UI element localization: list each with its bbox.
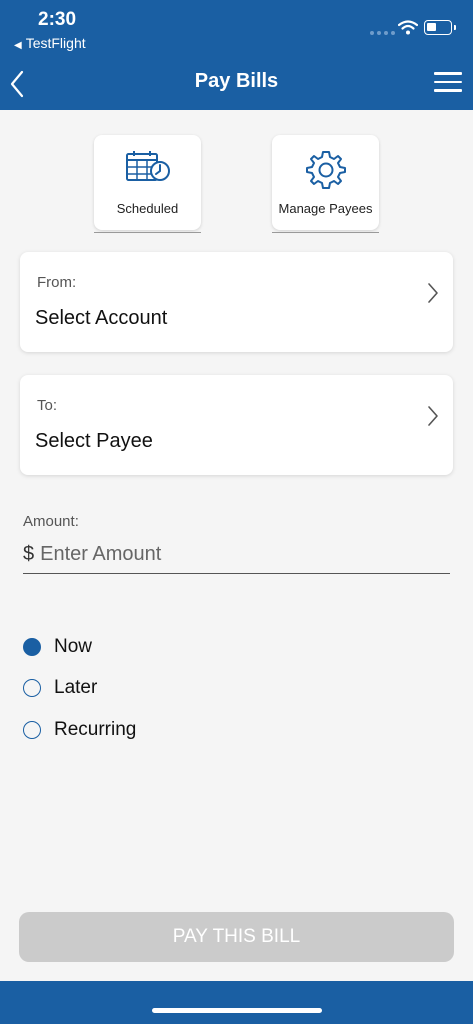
- amount-field: $: [23, 540, 450, 574]
- to-label: To:: [37, 397, 58, 414]
- footer-bar: [0, 981, 473, 1024]
- cellular-signal-icon: [370, 31, 395, 35]
- app-header: Pay Bills: [0, 56, 473, 110]
- tile-divider: [272, 232, 379, 233]
- currency-symbol: $: [23, 543, 35, 565]
- amount-label: Amount:: [23, 513, 79, 530]
- gear-icon: [272, 149, 379, 189]
- status-time: 2:30: [38, 9, 77, 30]
- scheduled-button[interactable]: Scheduled: [94, 135, 201, 230]
- radio-recurring[interactable]: Recurring: [23, 718, 136, 742]
- select-payee-value: Select Payee: [35, 430, 153, 452]
- calendar-clock-icon: [94, 149, 201, 189]
- back-app-name: TestFlight: [25, 35, 86, 51]
- to-payee-selector[interactable]: To: Select Payee: [20, 375, 453, 475]
- radio-later[interactable]: Later: [23, 676, 97, 700]
- back-to-app-link[interactable]: ◀ TestFlight: [14, 35, 86, 51]
- radio-unselected-icon: [23, 721, 41, 739]
- manage-payees-label: Manage Payees: [278, 201, 373, 216]
- pay-this-bill-button[interactable]: PAY THIS BILL: [19, 912, 454, 962]
- tile-divider: [94, 232, 201, 233]
- wifi-icon: [397, 20, 419, 40]
- radio-selected-icon: [23, 638, 41, 656]
- status-bar: 2:30 ◀ TestFlight: [0, 0, 473, 56]
- radio-label: Now: [54, 636, 93, 657]
- scheduled-label: Scheduled: [116, 201, 179, 216]
- radio-label: Later: [54, 677, 98, 698]
- radio-unselected-icon: [23, 679, 41, 697]
- chevron-right-icon: [428, 283, 438, 303]
- from-label: From:: [37, 274, 77, 291]
- page-title: Pay Bills: [194, 70, 279, 92]
- hamburger-menu-icon[interactable]: [434, 72, 462, 94]
- battery-icon: [424, 20, 456, 35]
- chevron-right-icon: [428, 406, 438, 426]
- radio-label: Recurring: [54, 719, 137, 740]
- manage-payees-button[interactable]: Manage Payees: [272, 135, 379, 230]
- back-triangle-icon: ◀: [14, 40, 22, 51]
- radio-now[interactable]: Now: [23, 635, 92, 659]
- amount-input[interactable]: [40, 543, 421, 570]
- home-indicator[interactable]: [152, 1008, 322, 1013]
- select-account-value: Select Account: [35, 307, 168, 329]
- from-account-selector[interactable]: From: Select Account: [20, 252, 453, 352]
